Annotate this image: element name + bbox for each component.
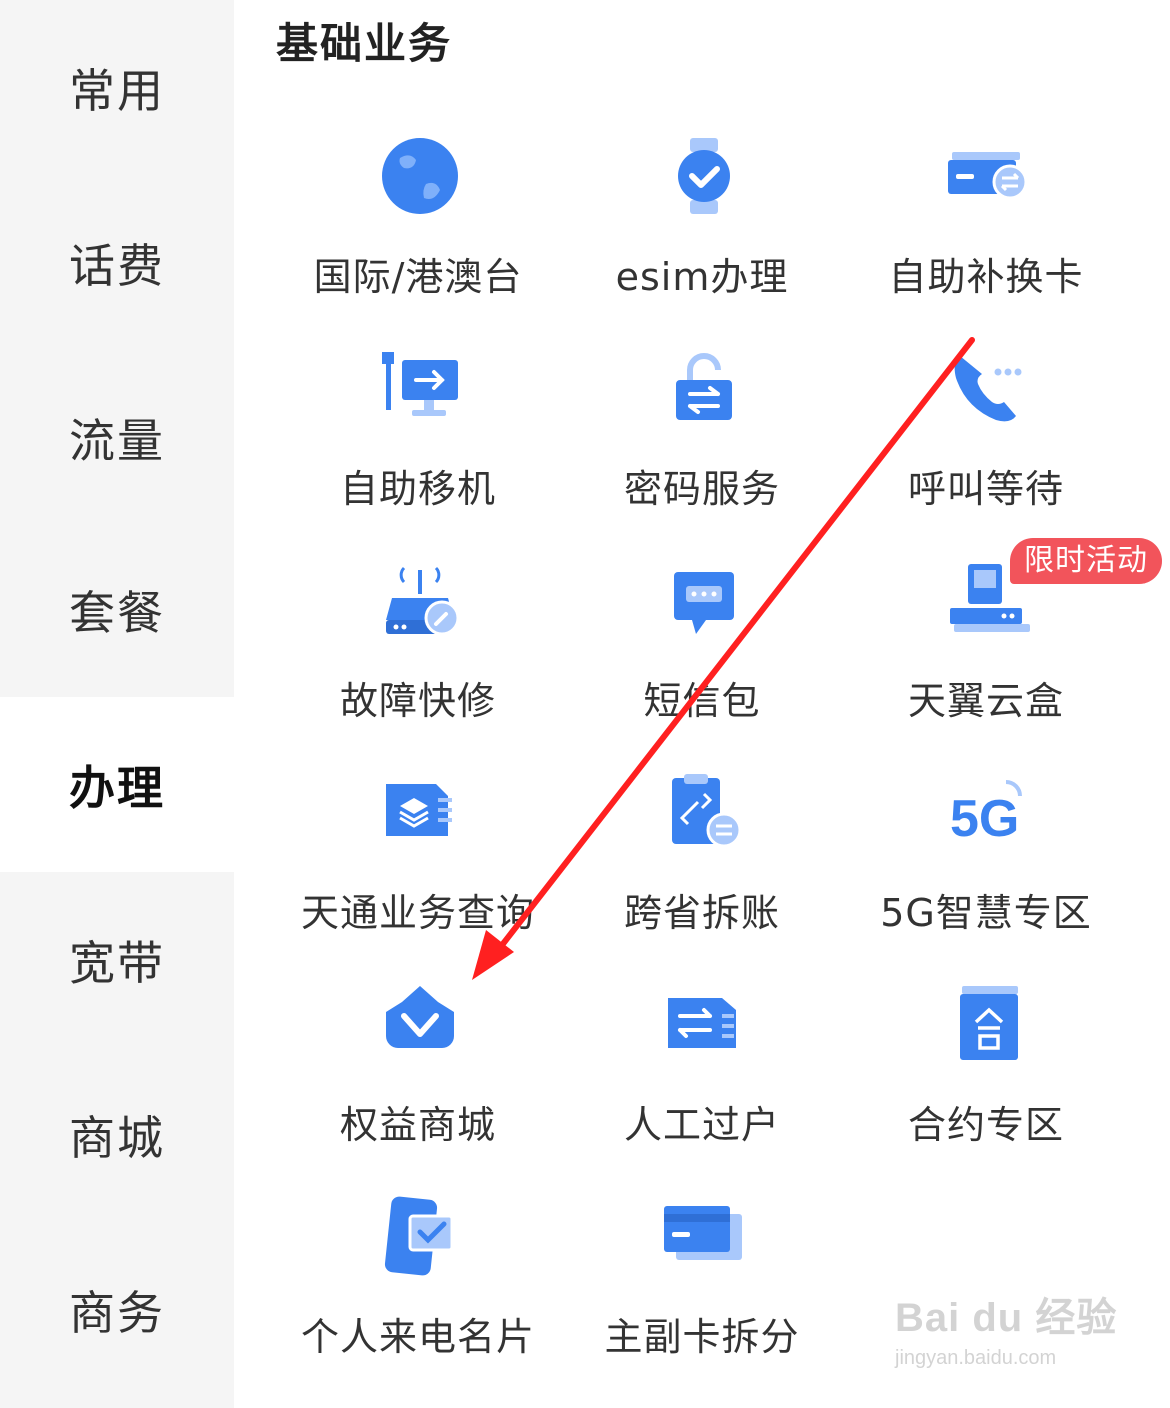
service-label: 个人来电名片 — [300, 1315, 535, 1359]
service-call-waiting[interactable]: 呼叫等待 — [844, 312, 1128, 524]
service-label: 故障快修 — [339, 679, 496, 723]
limited-activity-badge: 限时活动 — [1010, 538, 1162, 584]
contract-book-icon — [960, 986, 1018, 1060]
section-title: 基础业务 — [276, 19, 453, 68]
sidebar-item-common[interactable]: 常用 — [0, 0, 234, 175]
sidebar-item-mall[interactable]: 商城 — [0, 1047, 234, 1222]
phone-wait-icon — [954, 356, 1022, 422]
sidebar-item-broadband[interactable]: 宽带 — [0, 872, 234, 1047]
baidu-jingyan-watermark: Bai du 经验 jingyan.baidu.com — [895, 1285, 1155, 1385]
sms-icon — [674, 572, 734, 634]
service-label: 权益商城 — [339, 1103, 496, 1147]
service-esim[interactable]: esim办理 — [560, 100, 844, 312]
service-label: esim办理 — [615, 255, 789, 299]
service-tiantong-query[interactable]: 天通业务查询 — [276, 736, 560, 948]
service-label: 呼叫等待 — [907, 467, 1064, 511]
service-repair[interactable]: 故障快修 — [276, 524, 560, 736]
sidebar-item-phone-bill[interactable]: 话费 — [0, 175, 234, 350]
service-contract-zone[interactable]: 合约专区 — [844, 948, 1128, 1160]
sim-layers-icon — [386, 784, 452, 836]
service-label: 短信包 — [643, 679, 761, 723]
service-label: 跨省拆账 — [623, 891, 780, 935]
router-repair-icon — [386, 566, 460, 636]
service-password[interactable]: 密码服务 — [560, 312, 844, 524]
sidebar-item-plans[interactable]: 套餐 — [0, 522, 234, 697]
service-5g-zone[interactable]: 5G 5G智慧专区 — [844, 736, 1128, 948]
service-move[interactable]: 自助移机 — [276, 312, 560, 524]
service-rights-mall[interactable]: 权益商城 — [276, 948, 560, 1160]
watermark-main: Bai du 经验 — [895, 1296, 1118, 1340]
cards-split-icon — [664, 1206, 742, 1260]
service-label: 密码服务 — [623, 467, 780, 511]
sidebar-item-handle[interactable]: 办理 — [0, 697, 234, 872]
service-label: 天通业务查询 — [300, 891, 535, 935]
sidebar-item-business[interactable]: 商务 — [0, 1222, 234, 1397]
service-label: 自助补换卡 — [888, 255, 1084, 299]
svg-text:5G: 5G — [950, 790, 1019, 848]
service-label: 5G智慧专区 — [880, 891, 1092, 935]
crown-v-icon — [386, 986, 454, 1048]
service-label: 主副卡拆分 — [604, 1315, 800, 1359]
service-card-split[interactable]: 主副卡拆分 — [560, 1160, 844, 1372]
service-label: 人工过户 — [623, 1103, 780, 1147]
sim-transfer-icon — [668, 998, 736, 1048]
globe-icon — [382, 138, 458, 214]
service-international[interactable]: 国际/港澳台 — [276, 100, 560, 312]
service-card-replace[interactable]: 自助补换卡 — [844, 100, 1128, 312]
monitor-transfer-icon — [382, 352, 458, 416]
watermark-sub: jingyan.baidu.com — [895, 1347, 1057, 1369]
service-label: 合约专区 — [907, 1103, 1064, 1147]
unlock-icon — [676, 353, 732, 420]
service-label: 自助移机 — [339, 467, 496, 511]
service-transfer[interactable]: 人工过户 — [560, 948, 844, 1160]
service-label: 国际/港澳台 — [313, 255, 523, 299]
service-label: 天翼云盒 — [907, 679, 1064, 723]
phone-card-icon — [384, 1196, 454, 1276]
sidebar-item-data[interactable]: 流量 — [0, 350, 234, 525]
5g-icon: 5G — [950, 780, 1022, 848]
service-caller-card[interactable]: 个人来电名片 — [276, 1160, 560, 1372]
smartwatch-check-icon — [678, 138, 730, 214]
category-sidebar: 常用 话费 流量 套餐 办理 宽带 商城 商务 — [0, 0, 234, 1408]
service-cross-province[interactable]: 跨省拆账 — [560, 736, 844, 948]
card-exchange-icon — [948, 152, 1028, 200]
service-sms[interactable]: 短信包 — [560, 524, 844, 736]
clipboard-link-icon — [672, 774, 742, 848]
